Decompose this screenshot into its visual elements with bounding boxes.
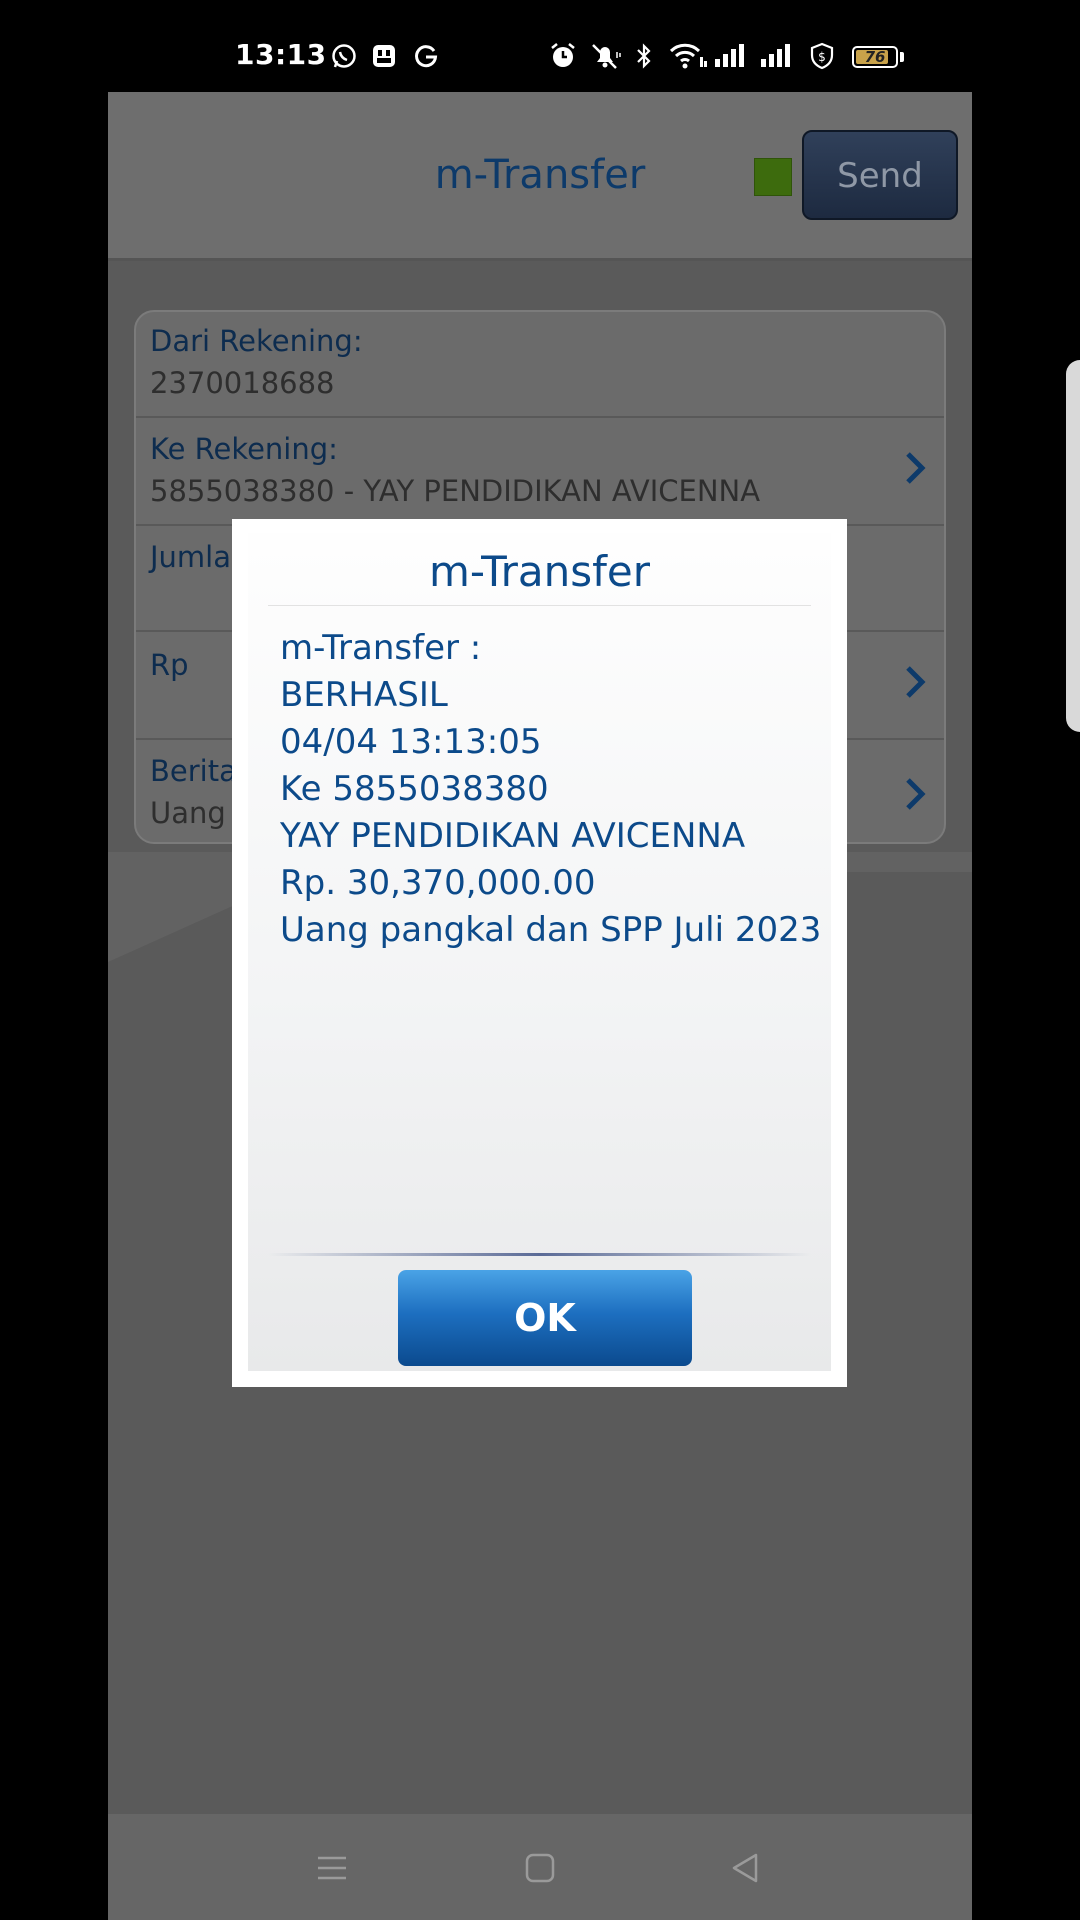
- divider: [268, 1253, 811, 1256]
- signal-icon: [758, 42, 794, 70]
- status-bar: 13:13 $ 76: [0, 0, 1080, 92]
- home-icon[interactable]: [522, 1850, 558, 1886]
- battery-level: 76: [864, 48, 886, 66]
- status-time: 13:13: [235, 38, 327, 71]
- form-row-source-account: Dari Rekening: 2370018688: [136, 312, 944, 418]
- edge-panel-handle[interactable]: [1066, 360, 1080, 732]
- row-label: Dari Rekening:: [150, 324, 363, 358]
- vpn-shield-icon: $: [808, 42, 836, 70]
- row-value: 2370018688: [150, 366, 335, 400]
- message-line: m-Transfer :: [280, 628, 482, 668]
- message-line: 04/04 13:13:05: [280, 722, 542, 762]
- message-line: Rp. 30,370,000.00: [280, 863, 596, 903]
- battery-icon: 76: [852, 46, 898, 68]
- send-button[interactable]: Send: [802, 130, 958, 220]
- message-line: BERHASIL: [280, 675, 448, 715]
- dialog-message: m-Transfer : BERHASIL 04/04 13:13:05 Ke …: [280, 625, 822, 954]
- navigation-bar: [108, 1814, 972, 1920]
- form-row-destination-account[interactable]: Ke Rekening: 5855038380 - YAY PENDIDIKAN…: [136, 418, 944, 526]
- row-label: Berita: [150, 754, 237, 788]
- mute-icon: [588, 42, 622, 70]
- svg-text:$: $: [818, 50, 826, 64]
- chevron-right-icon: [906, 778, 926, 810]
- album-icon: [370, 42, 398, 70]
- message-line: Ke 5855038380: [280, 769, 549, 809]
- wifi-icon: [668, 42, 708, 70]
- row-value: 5855038380 - YAY PENDIDIKAN AVICENNA: [150, 474, 761, 508]
- dialog-body: m-Transfer m-Transfer : BERHASIL 04/04 1…: [248, 533, 831, 1371]
- alarm-icon: [548, 42, 578, 70]
- bluetooth-icon: [632, 42, 656, 70]
- chevron-right-icon: [906, 666, 926, 698]
- divider: [268, 605, 811, 606]
- back-icon[interactable]: [728, 1850, 764, 1886]
- result-dialog: m-Transfer m-Transfer : BERHASIL 04/04 1…: [232, 519, 847, 1387]
- battery-nub: [900, 52, 904, 62]
- dialog-title: m-Transfer: [428, 547, 651, 596]
- app-header: m-Transfer Send: [108, 92, 972, 261]
- row-value: Uang: [150, 796, 226, 830]
- whatsapp-icon: [330, 42, 358, 70]
- ok-button[interactable]: OK: [398, 1270, 692, 1366]
- row-label: Ke Rekening:: [150, 432, 338, 466]
- google-icon: [412, 42, 440, 70]
- signal-icon: [712, 42, 748, 70]
- row-label: Jumla: [150, 540, 232, 574]
- message-line: YAY PENDIDIKAN AVICENNA: [280, 816, 746, 856]
- row-label: Rp: [150, 648, 189, 682]
- chevron-right-icon: [906, 452, 926, 484]
- menu-icon[interactable]: [314, 1850, 350, 1886]
- message-line: Uang pangkal dan SPP Juli 2023: [280, 910, 822, 950]
- status-indicator: [754, 158, 792, 196]
